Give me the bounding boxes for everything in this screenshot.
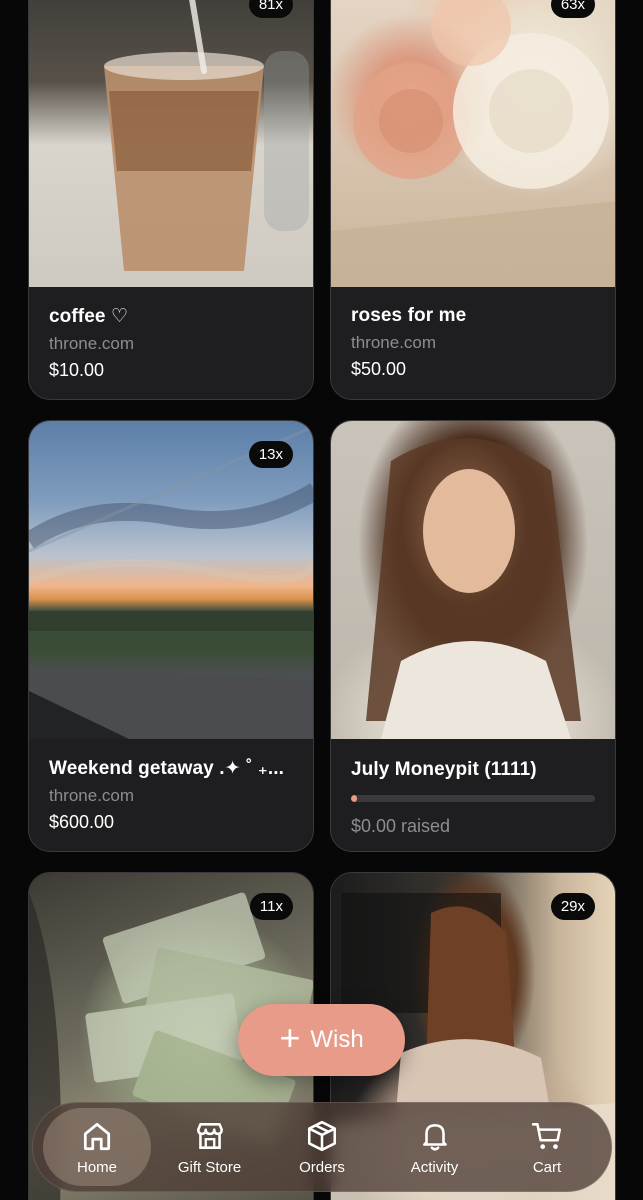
wishlist-item-card[interactable]: 81x coffee ♡ throne.com $10.00	[28, 0, 314, 400]
roses-illustration	[331, 0, 615, 287]
portrait-illustration	[366, 438, 581, 739]
wishlist-item-card[interactable]: 13x Weekend getaway .✦ ˚ ₊... throne.com…	[28, 420, 314, 852]
item-info: July Moneypit (1111) $0.00 raised	[331, 737, 615, 851]
item-price: $50.00	[351, 359, 407, 379]
item-image: 81x	[29, 0, 313, 287]
item-site: throne.com	[351, 333, 437, 352]
nav-item-activity[interactable]: Activity	[381, 1108, 489, 1186]
store-icon	[196, 1122, 223, 1149]
wishlist-screen: 81x coffee ♡ throne.com $10.00 63x roses…	[0, 0, 643, 1200]
box-icon	[307, 1120, 337, 1151]
item-info: coffee ♡ throne.com $10.00	[29, 285, 313, 399]
purchase-count-badge: 63x	[550, 0, 595, 18]
bell-icon	[422, 1123, 447, 1151]
purchase-count-badge: 81x	[248, 0, 293, 18]
fund-progress-fill	[351, 795, 357, 802]
item-image	[331, 421, 615, 739]
fund-title: July Moneypit (1111)	[351, 759, 537, 780]
home-icon	[83, 1122, 111, 1150]
item-title: Weekend getaway .✦ ˚ ₊...	[49, 758, 285, 779]
bottom-nav-bar: Home Gift Store Orders Activity Cart	[32, 1102, 612, 1192]
item-price: $10.00	[49, 360, 105, 380]
fund-progress-bar	[351, 795, 595, 802]
fund-card[interactable]: July Moneypit (1111) $0.00 raised	[330, 420, 616, 852]
item-site: throne.com	[49, 334, 135, 353]
item-info: roses for me throne.com $50.00	[331, 285, 615, 399]
nav-item-home[interactable]: Home	[43, 1108, 151, 1186]
purchase-count-badge: 11x	[249, 893, 293, 920]
wishlist-item-card[interactable]: 63x roses for me throne.com $50.00	[330, 0, 616, 400]
item-site: throne.com	[49, 786, 135, 805]
nav-label: Home	[76, 1158, 117, 1176]
plus-icon: +	[279, 1017, 301, 1058]
nav-label: Orders	[299, 1158, 345, 1176]
nav-label: Activity	[410, 1158, 459, 1176]
sunset-road-illustration	[29, 425, 313, 739]
nav-item-cart[interactable]: Cart	[493, 1108, 601, 1186]
coffee-cup-illustration	[104, 0, 309, 271]
purchase-count-badge: 13x	[248, 441, 293, 468]
nav-item-orders[interactable]: Orders	[268, 1108, 376, 1186]
item-image: 13x	[29, 421, 313, 739]
item-image: 63x	[331, 0, 615, 287]
fund-raised-amount: $0.00 raised	[351, 816, 451, 836]
cart-icon	[531, 1122, 562, 1149]
item-price: $600.00	[49, 812, 115, 832]
nav-label: Gift Store	[177, 1158, 242, 1176]
nav-label: Cart	[532, 1158, 562, 1176]
wish-button-label: Wish	[310, 1026, 364, 1053]
add-wish-button[interactable]: + Wish	[238, 1004, 405, 1076]
nav-item-gift-store[interactable]: Gift Store	[156, 1108, 264, 1186]
item-info: Weekend getaway .✦ ˚ ₊... throne.com $60…	[29, 737, 313, 851]
item-title: coffee ♡	[49, 306, 129, 327]
item-title: roses for me	[351, 305, 467, 326]
purchase-count-badge: 29x	[550, 893, 595, 920]
